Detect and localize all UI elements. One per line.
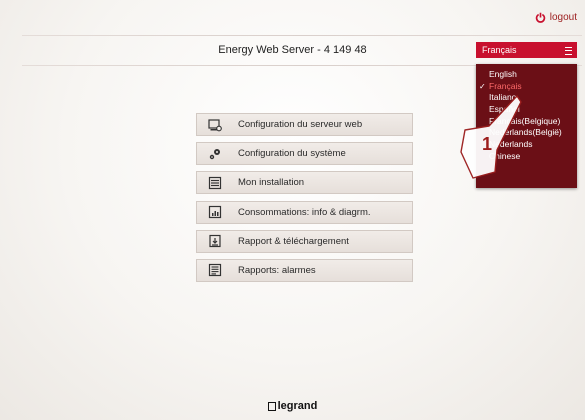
menu-button-system-config[interactable]: Configuration du système: [196, 142, 413, 166]
language-option-english[interactable]: English: [476, 69, 577, 81]
hamburger-icon: [565, 47, 572, 55]
language-select[interactable]: Français: [476, 42, 577, 58]
power-icon: [535, 12, 545, 23]
menu-button-report-download[interactable]: Rapport & téléchargement: [196, 229, 413, 253]
menu-button-label: Consommations: info & diagrm.: [238, 206, 371, 218]
menu-button-installation[interactable]: Mon installation: [196, 171, 413, 195]
menu-button-web-server-config[interactable]: Configuration du serveur web: [196, 113, 413, 136]
step-callout-pointer: 1: [460, 95, 522, 179]
legrand-logo: legrand: [0, 400, 585, 412]
header-divider-top: [22, 35, 582, 36]
alarm-report-icon: [208, 264, 222, 277]
step-number: 1: [482, 134, 492, 154]
menu-button-label: Configuration du système: [238, 148, 346, 160]
chart-icon: [208, 205, 222, 219]
server-config-icon: [208, 118, 222, 131]
installation-icon: [208, 176, 222, 189]
legrand-logo-text: legrand: [277, 400, 318, 412]
menu-button-label: Rapport & téléchargement: [238, 235, 349, 247]
language-option-francais[interactable]: ✓ Français: [476, 81, 577, 93]
logout-label: logout: [549, 12, 577, 23]
logout-link[interactable]: logout: [535, 12, 577, 23]
menu-button-label: Mon installation: [238, 177, 305, 189]
menu-button-label: Configuration du serveur web: [238, 119, 363, 130]
menu-button-alarm-reports[interactable]: Rapports: alarmes: [196, 258, 413, 282]
gears-icon: [209, 148, 220, 159]
language-selected-label: Français: [482, 45, 517, 55]
checkmark-icon: ✓: [479, 81, 486, 91]
legrand-logo-mark: [267, 401, 276, 411]
menu-button-consumption[interactable]: Consommations: info & diagrm.: [196, 200, 413, 224]
report-download-icon: [209, 235, 221, 248]
main-menu: Configuration du serveur web Configurati…: [196, 113, 413, 288]
menu-button-label: Rapports: alarmes: [238, 264, 316, 276]
